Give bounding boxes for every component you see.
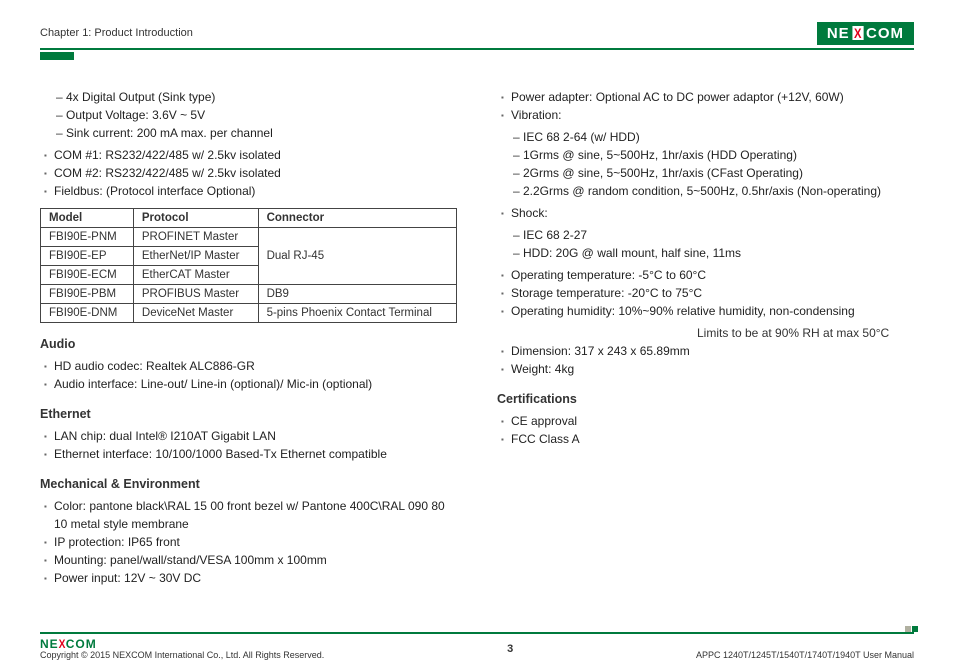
chapter-title: Chapter 1: Product Introduction (40, 27, 193, 39)
mechanical-heading: Mechanical & Environment (40, 477, 457, 491)
manual-title: APPC 1240T/1245T/1540T/1740T/1940T User … (696, 650, 914, 660)
audio-codec-item: HD audio codec: Realtek ALC886-GR (54, 357, 457, 375)
logo-text-left: NE (827, 25, 850, 42)
col-model: Model (41, 209, 134, 228)
col-protocol: Protocol (133, 209, 258, 228)
cell-protocol: DeviceNet Master (133, 304, 258, 323)
audio-heading: Audio (40, 337, 457, 351)
cell-protocol: PROFIBUS Master (133, 285, 258, 304)
vibration-sub-item: 2Grms @ sine, 5~500Hz, 1hr/axis (CFast O… (523, 164, 914, 182)
humidity-note: Limits to be at 90% RH at max 50°C (497, 324, 914, 342)
operating-temp-item: Operating temperature: -5°C to 60°C (511, 266, 914, 284)
certifications-heading: Certifications (497, 392, 914, 406)
footer-divider (40, 632, 914, 634)
footer-mark-icon (905, 626, 918, 632)
logo-x-icon: X (852, 26, 863, 40)
footer-logo-x-icon: X (58, 637, 66, 651)
weight-item: Weight: 4kg (511, 360, 914, 378)
storage-temp-item: Storage temperature: -20°C to 75°C (511, 284, 914, 302)
right-column: Power adapter: Optional AC to DC power a… (497, 88, 914, 591)
ip-protection-item: IP protection: IP65 front (54, 533, 457, 551)
cell-protocol: EtherCAT Master (133, 266, 258, 285)
cell-protocol: EtherNet/IP Master (133, 247, 258, 266)
humidity-item: Operating humidity: 10%~90% relative hum… (511, 302, 914, 320)
ethernet-heading: Ethernet (40, 407, 457, 421)
header-divider (40, 48, 914, 50)
power-adapter-item: Power adapter: Optional AC to DC power a… (511, 88, 914, 106)
cell-connector: DB9 (258, 285, 456, 304)
cert-ce-item: CE approval (511, 412, 914, 430)
cell-model: FBI90E-PNM (41, 228, 134, 247)
vibration-sub-item: IEC 68 2-64 (w/ HDD) (523, 128, 914, 146)
cell-connector: 5-pins Phoenix Contact Terminal (258, 304, 456, 323)
cell-connector-group: Dual RJ-45 (258, 228, 456, 285)
logo-text-right: COM (866, 25, 904, 42)
footer-logo: NE X COM (40, 637, 324, 651)
vibration-item: Vibration: (511, 106, 914, 124)
cell-model: FBI90E-PBM (41, 285, 134, 304)
sink-current-item: Sink current: 200 mA max. per channel (66, 124, 457, 142)
cert-fcc-item: FCC Class A (511, 430, 914, 448)
vibration-sub-item: 2.2Grms @ random condition, 5~500Hz, 0.5… (523, 182, 914, 200)
shock-sub-item: HDD: 20G @ wall mount, half sine, 11ms (523, 244, 914, 262)
color-item: Color: pantone black\RAL 15 00 front bez… (54, 497, 457, 533)
com2-item: COM #2: RS232/422/485 w/ 2.5kv isolated (54, 164, 457, 182)
col-connector: Connector (258, 209, 456, 228)
eth-interface-item: Ethernet interface: 10/100/1000 Based-Tx… (54, 445, 457, 463)
digital-output-item: 4x Digital Output (Sink type) (66, 88, 457, 106)
dimension-item: Dimension: 317 x 243 x 65.89mm (511, 342, 914, 360)
copyright-text: Copyright © 2015 NEXCOM International Co… (40, 650, 324, 660)
mounting-item: Mounting: panel/wall/stand/VESA 100mm x … (54, 551, 457, 569)
footer-logo-left: NE (40, 637, 59, 651)
side-tab-icon (40, 52, 74, 60)
power-input-item: Power input: 12V ~ 30V DC (54, 569, 457, 587)
cell-model: FBI90E-EP (41, 247, 134, 266)
fieldbus-table: Model Protocol Connector FBI90E-PNM PROF… (40, 208, 457, 323)
cell-model: FBI90E-DNM (41, 304, 134, 323)
com1-item: COM #1: RS232/422/485 w/ 2.5kv isolated (54, 146, 457, 164)
fieldbus-item: Fieldbus: (Protocol interface Optional) (54, 182, 457, 200)
audio-interface-item: Audio interface: Line-out/ Line-in (opti… (54, 375, 457, 393)
nexcom-logo: NE X COM (817, 22, 914, 45)
lan-chip-item: LAN chip: dual Intel® I210AT Gigabit LAN (54, 427, 457, 445)
page-number: 3 (507, 643, 513, 655)
shock-sub-item: IEC 68 2-27 (523, 226, 914, 244)
footer-logo-right: COM (66, 637, 97, 651)
page-footer: NE X COM Copyright © 2015 NEXCOM Interna… (40, 632, 914, 660)
output-voltage-item: Output Voltage: 3.6V ~ 5V (66, 106, 457, 124)
shock-item: Shock: (511, 204, 914, 222)
cell-protocol: PROFINET Master (133, 228, 258, 247)
cell-model: FBI90E-ECM (41, 266, 134, 285)
vibration-sub-item: 1Grms @ sine, 5~500Hz, 1hr/axis (HDD Ope… (523, 146, 914, 164)
left-column: 4x Digital Output (Sink type) Output Vol… (40, 88, 457, 591)
